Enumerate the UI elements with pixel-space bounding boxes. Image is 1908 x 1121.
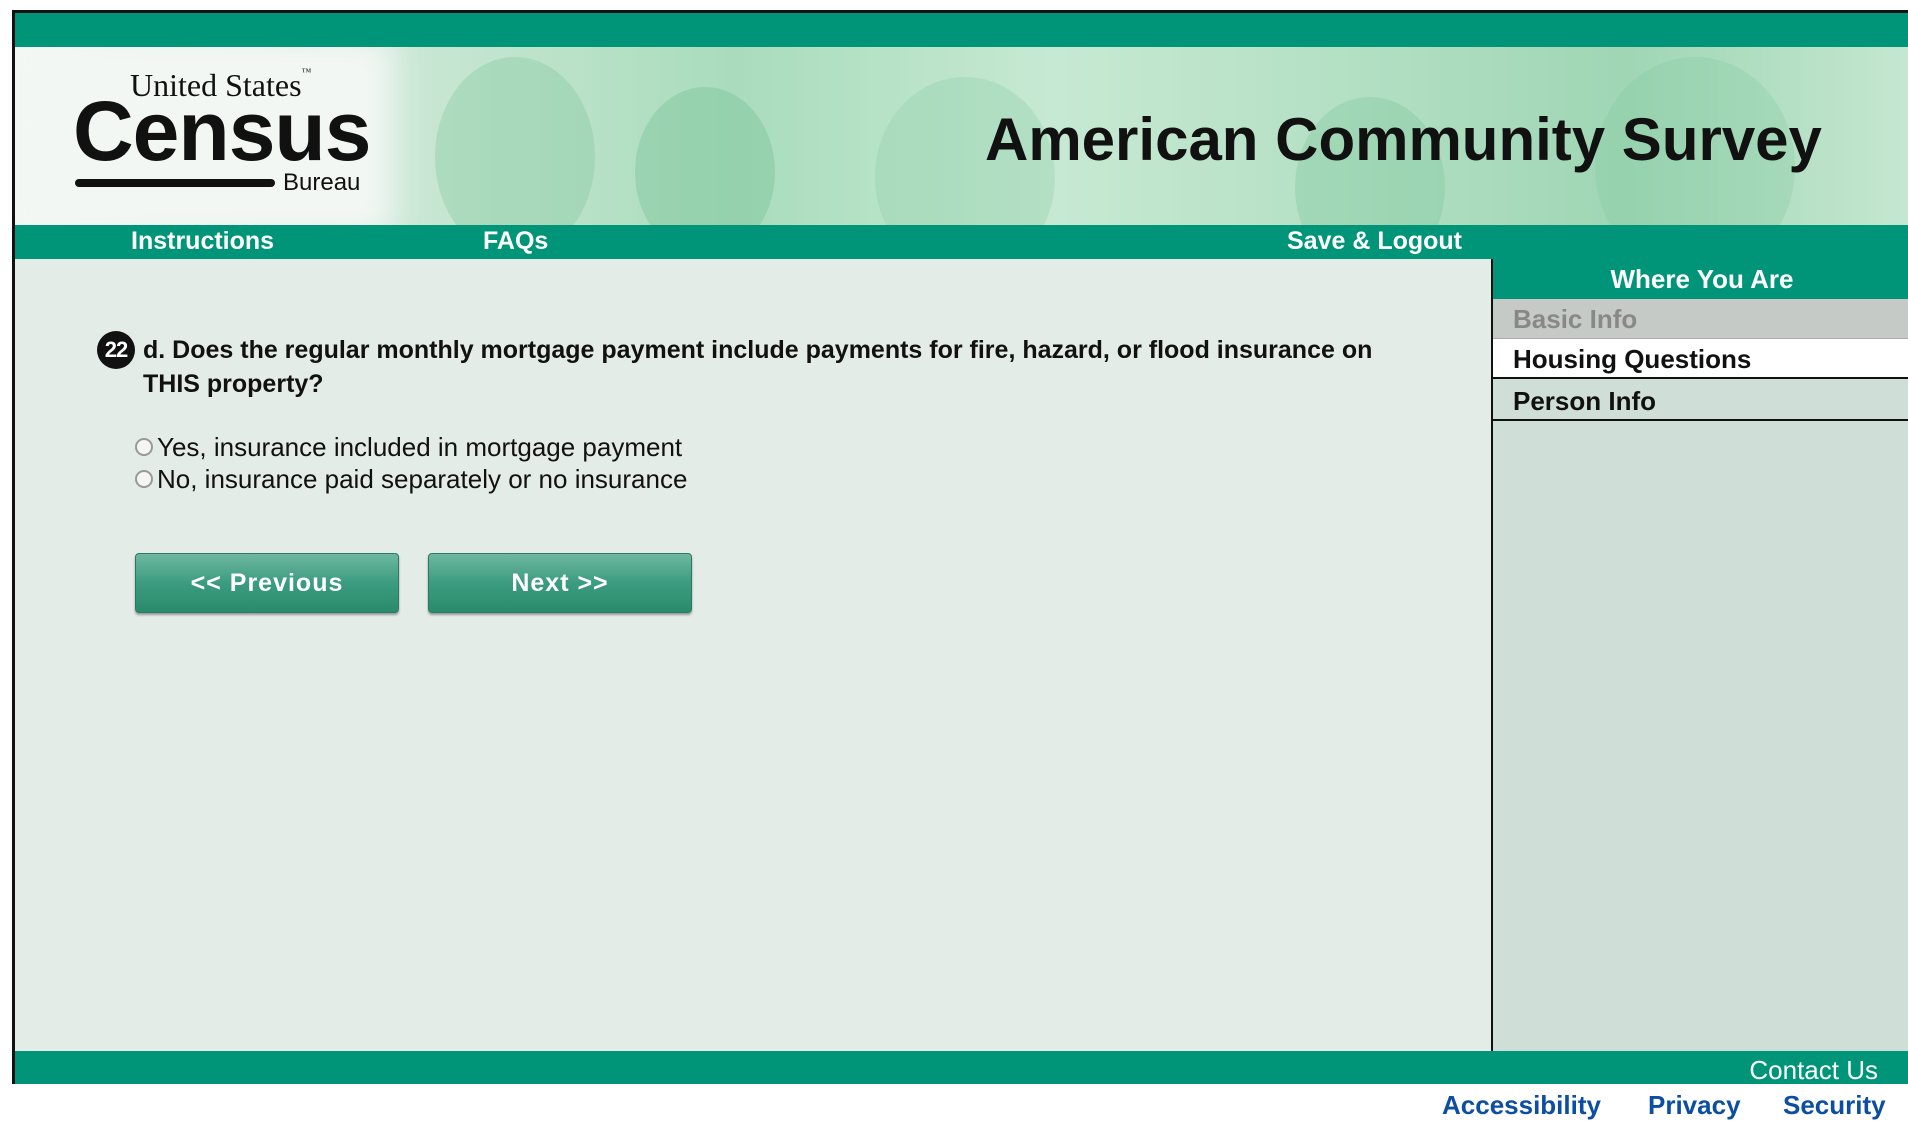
privacy-link[interactable]: Privacy xyxy=(1648,1090,1741,1121)
question-number-badge: 22 xyxy=(97,331,135,369)
survey-frame: United States™ Census Bureau American Co… xyxy=(12,10,1908,1084)
logo-sub-text: Bureau xyxy=(283,169,361,196)
previous-button[interactable]: << Previous xyxy=(135,553,399,613)
header-banner: United States™ Census Bureau American Co… xyxy=(15,47,1908,225)
top-bar xyxy=(15,13,1908,47)
radio-button[interactable] xyxy=(135,438,153,456)
option-no-insurance-separate[interactable]: No, insurance paid separately or no insu… xyxy=(135,463,687,495)
where-you-are-sidebar: Where You Are Basic Info Housing Questio… xyxy=(1491,259,1908,1051)
answer-options: Yes, insurance included in mortgage paym… xyxy=(135,431,687,495)
option-yes-insurance-included[interactable]: Yes, insurance included in mortgage paym… xyxy=(135,431,687,463)
nav-save-logout-link[interactable]: Save & Logout xyxy=(1287,227,1462,256)
banner-photo-shape xyxy=(635,87,775,225)
sidebar-item-person-info[interactable]: Person Info xyxy=(1493,381,1908,421)
logo-underline xyxy=(75,179,275,187)
next-button[interactable]: Next >> xyxy=(428,553,692,613)
footer-bar: Contact Us xyxy=(15,1051,1908,1084)
sidebar-item-housing-questions[interactable]: Housing Questions xyxy=(1493,339,1908,379)
nav-instructions-link[interactable]: Instructions xyxy=(131,227,274,256)
question-panel: 22 d. Does the regular monthly mortgage … xyxy=(15,259,1491,1051)
banner-photo-shape xyxy=(435,57,595,225)
question-text: d. Does the regular monthly mortgage pay… xyxy=(143,336,1373,398)
logo-main-text: Census xyxy=(73,84,371,178)
sidebar-item-basic-info[interactable]: Basic Info xyxy=(1493,299,1908,339)
accessibility-link[interactable]: Accessibility xyxy=(1442,1090,1601,1121)
nav-faqs-link[interactable]: FAQs xyxy=(483,227,548,256)
contact-us-link[interactable]: Contact Us xyxy=(1749,1055,1878,1084)
radio-button[interactable] xyxy=(135,470,153,488)
option-label: Yes, insurance included in mortgage paym… xyxy=(157,431,683,462)
nav-bar: Instructions FAQs Save & Logout xyxy=(15,225,1908,259)
option-label: No, insurance paid separately or no insu… xyxy=(157,463,688,494)
footer-links: Accessibility Privacy Security xyxy=(0,1090,1908,1120)
sidebar-title: Where You Are xyxy=(1493,259,1908,299)
page-title: American Community Survey xyxy=(985,106,1822,173)
security-link[interactable]: Security xyxy=(1783,1090,1886,1121)
